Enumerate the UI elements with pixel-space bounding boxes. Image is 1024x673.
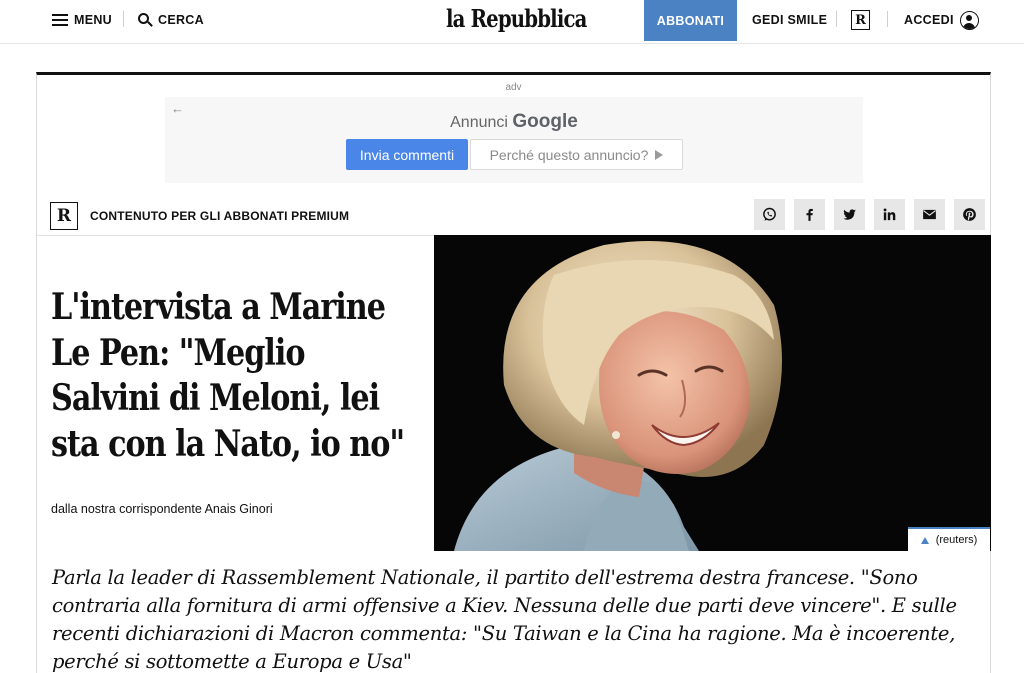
article-headline[interactable]: L'intervista a Marine Le Pen: "Meglio Sa… bbox=[51, 285, 412, 467]
google-ad-box: ← Annunci Google Invia commenti Perché q… bbox=[165, 97, 863, 183]
whatsapp-share-button[interactable] bbox=[754, 199, 785, 230]
nav-divider bbox=[123, 11, 124, 27]
why-this-ad-label: Perché questo annuncio? bbox=[489, 146, 649, 163]
premium-label: CONTENUTO PER GLI ABBONATI PREMIUM bbox=[90, 209, 350, 223]
subscribe-button[interactable]: ABBONATI bbox=[644, 0, 737, 41]
play-icon bbox=[655, 149, 664, 160]
ad-title-prefix: Annunci bbox=[450, 114, 508, 131]
pinterest-share-button[interactable] bbox=[954, 199, 985, 230]
photo-credit-label: (reuters) bbox=[935, 534, 978, 546]
nav-divider bbox=[887, 11, 888, 27]
article-summary: Parla la leader di Rassemblement Nationa… bbox=[52, 566, 957, 673]
adv-label: adv bbox=[505, 82, 522, 93]
google-logo: Google bbox=[512, 111, 578, 132]
email-icon bbox=[923, 209, 936, 220]
search-icon bbox=[138, 13, 153, 27]
photo-credit[interactable]: (reuters) bbox=[908, 527, 990, 551]
premium-bar: R CONTENUTO PER GLI ABBONATI PREMIUM bbox=[37, 195, 990, 235]
why-this-ad-button[interactable]: Perché questo annuncio? bbox=[470, 139, 683, 170]
portrait-image bbox=[434, 235, 991, 551]
login-button[interactable]: ACCEDI bbox=[904, 0, 979, 40]
repubblica-r-icon[interactable]: R bbox=[851, 10, 870, 30]
ad-title: Annunci Google bbox=[165, 111, 863, 133]
article-byline: dalla nostra corrispondente Anais Ginori bbox=[51, 502, 273, 516]
user-icon bbox=[959, 10, 979, 30]
search-label: CERCA bbox=[158, 13, 204, 27]
send-feedback-button[interactable]: Invia commenti bbox=[346, 139, 468, 170]
linkedin-icon bbox=[883, 208, 896, 221]
linkedin-share-button[interactable] bbox=[874, 199, 905, 230]
menu-button[interactable]: MENU bbox=[52, 0, 112, 40]
twitter-icon bbox=[843, 209, 856, 220]
search-button[interactable]: CERCA bbox=[138, 0, 204, 40]
login-label: ACCEDI bbox=[904, 13, 954, 27]
facebook-share-button[interactable] bbox=[794, 199, 825, 230]
facebook-icon bbox=[806, 208, 813, 221]
email-share-button[interactable] bbox=[914, 199, 945, 230]
article-photo[interactable] bbox=[434, 235, 991, 551]
whatsapp-icon bbox=[763, 207, 776, 221]
nav-divider bbox=[836, 11, 837, 27]
top-navigation-bar: MENU CERCA la Repubblica ABBONATI GEDI S… bbox=[0, 0, 1024, 44]
caret-up-icon bbox=[920, 536, 929, 544]
hamburger-icon bbox=[52, 14, 68, 26]
gedi-smile-link[interactable]: GEDI SMILE bbox=[752, 0, 827, 40]
twitter-share-button[interactable] bbox=[834, 199, 865, 230]
pinterest-icon bbox=[963, 208, 976, 221]
menu-label: MENU bbox=[74, 13, 113, 27]
article-container: adv ← Annunci Google Invia commenti Perc… bbox=[36, 72, 991, 673]
premium-r-icon: R bbox=[50, 202, 78, 230]
site-logo[interactable]: la Repubblica bbox=[446, 2, 587, 36]
